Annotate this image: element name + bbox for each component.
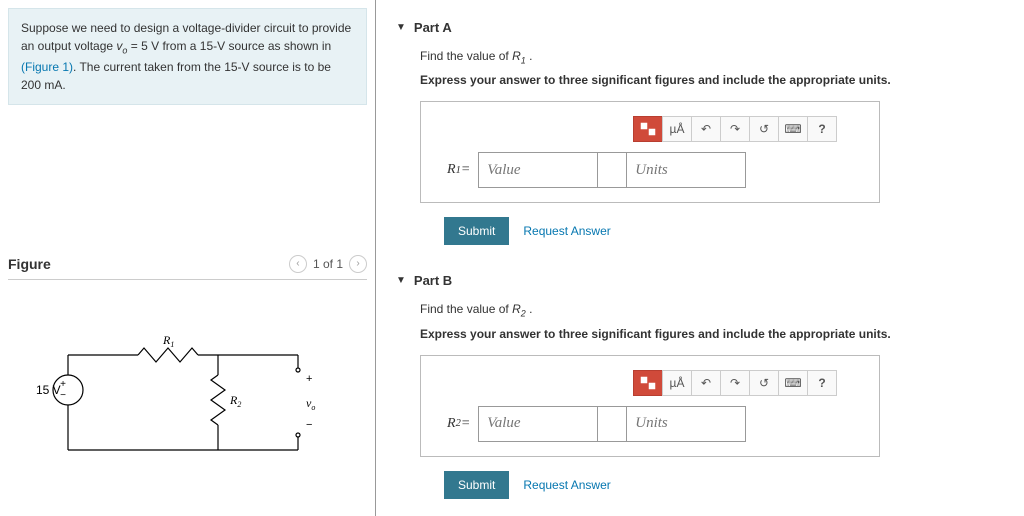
units-mu-button[interactable]: µÅ <box>662 116 692 142</box>
circuit-diagram: + − 15 V R1 R2 + − vo <box>8 320 367 493</box>
svg-text:−: − <box>60 390 66 401</box>
svg-text:15 V: 15 V <box>36 383 61 397</box>
part-b: ▼ Part B Find the value of R2 . Express … <box>396 273 1004 498</box>
help-icon[interactable]: ? <box>807 370 837 396</box>
part-b-instructions: Express your answer to three significant… <box>420 327 1004 341</box>
problem-statement: Suppose we need to design a voltage-divi… <box>8 8 367 105</box>
part-b-var-label: R2 = <box>433 406 478 442</box>
part-b-submit-button[interactable]: Submit <box>444 471 509 499</box>
part-a-instructions: Express your answer to three significant… <box>420 73 1004 87</box>
part-b-header[interactable]: ▼ Part B <box>396 273 1004 288</box>
figure-title: Figure <box>8 256 51 272</box>
undo-icon[interactable]: ↶ <box>691 370 721 396</box>
part-a-prompt: Find the value of R1 . <box>420 49 1004 65</box>
caret-down-icon: ▼ <box>396 22 406 33</box>
svg-text:vo: vo <box>306 396 315 412</box>
keyboard-icon[interactable]: ⌨ <box>778 370 808 396</box>
part-b-request-answer-link[interactable]: Request Answer <box>523 478 610 492</box>
help-icon[interactable]: ? <box>807 116 837 142</box>
units-mu-button[interactable]: µÅ <box>662 370 692 396</box>
redo-icon[interactable]: ↷ <box>720 370 750 396</box>
keyboard-icon[interactable]: ⌨ <box>778 116 808 142</box>
svg-text:R2: R2 <box>229 393 241 409</box>
part-a-header[interactable]: ▼ Part A <box>396 20 1004 35</box>
part-a-var-label: R1 = <box>433 152 478 188</box>
reset-icon[interactable]: ↺ <box>749 116 779 142</box>
part-b-answer-box: µÅ ↶ ↷ ↺ ⌨ ? R2 = <box>420 355 880 457</box>
part-a-value-input[interactable] <box>478 152 598 188</box>
part-a: ▼ Part A Find the value of R1 . Express … <box>396 20 1004 245</box>
figure-next-button[interactable]: › <box>349 255 367 273</box>
figure-prev-button[interactable]: ‹ <box>289 255 307 273</box>
svg-text:+: + <box>306 373 312 385</box>
template-icon[interactable] <box>633 370 663 396</box>
caret-down-icon: ▼ <box>396 275 406 286</box>
redo-icon[interactable]: ↷ <box>720 116 750 142</box>
part-a-answer-box: µÅ ↶ ↷ ↺ ⌨ ? R1 = <box>420 101 880 203</box>
part-a-request-answer-link[interactable]: Request Answer <box>523 224 610 238</box>
part-b-title: Part B <box>414 273 452 288</box>
template-icon[interactable] <box>633 116 663 142</box>
svg-text:R1: R1 <box>162 333 174 349</box>
reset-icon[interactable]: ↺ <box>749 370 779 396</box>
figure-counter: 1 of 1 <box>313 257 343 271</box>
part-b-units-input[interactable] <box>626 406 746 442</box>
part-b-prompt: Find the value of R2 . <box>420 302 1004 318</box>
undo-icon[interactable]: ↶ <box>691 116 721 142</box>
part-a-submit-button[interactable]: Submit <box>444 217 509 245</box>
part-a-title: Part A <box>414 20 452 35</box>
figure-link[interactable]: (Figure 1) <box>21 60 73 74</box>
svg-text:−: − <box>306 419 312 431</box>
part-a-units-input[interactable] <box>626 152 746 188</box>
svg-text:+: + <box>60 379 66 390</box>
part-b-value-input[interactable] <box>478 406 598 442</box>
